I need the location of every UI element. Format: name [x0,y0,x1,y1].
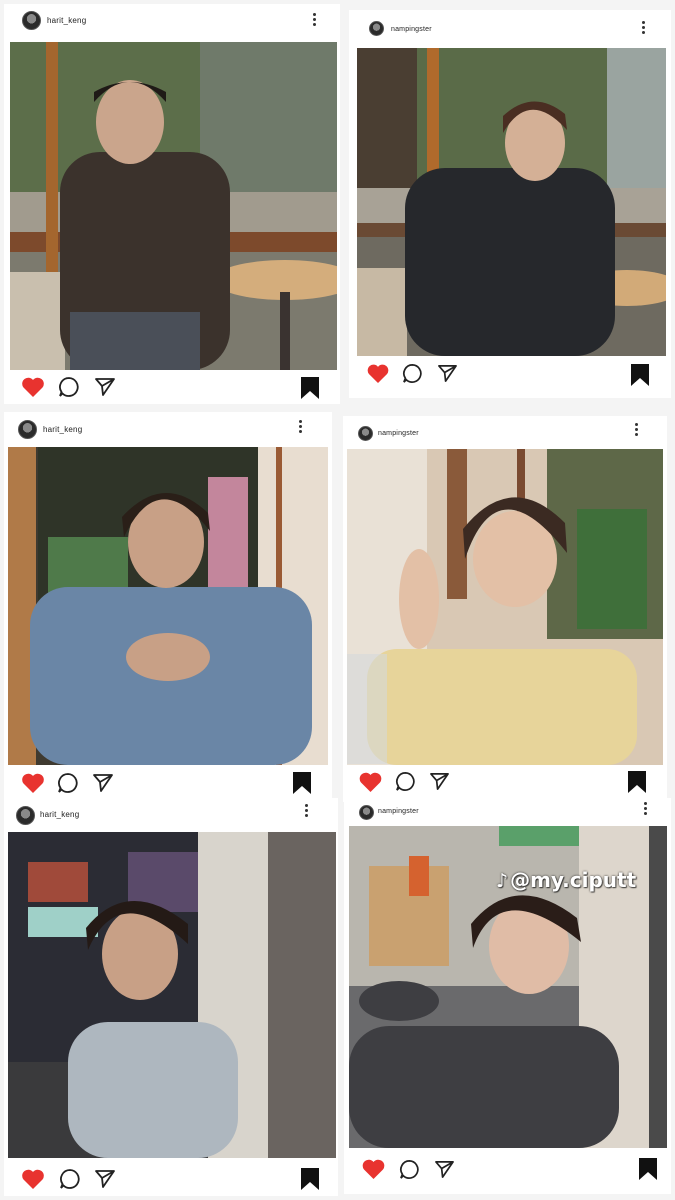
post-card: nampingster [349,10,671,398]
bookmark-icon[interactable] [638,1156,658,1182]
post-header: harit_keng [4,798,338,828]
avatar[interactable] [358,426,373,441]
like-heart-icon[interactable] [361,1158,386,1180]
share-send-icon[interactable] [94,1169,116,1189]
more-options-icon[interactable] [642,21,646,36]
comment-icon[interactable] [402,363,423,384]
more-options-icon[interactable] [635,423,639,438]
avatar[interactable] [369,21,384,36]
post-card: harit_keng [4,798,338,1196]
bookmark-icon[interactable] [292,770,312,796]
post-header: harit_keng [4,4,340,34]
more-options-icon[interactable] [644,802,648,817]
username[interactable]: harit_keng [43,425,82,434]
username[interactable]: nampingster [378,430,419,437]
username[interactable]: nampingster [378,808,419,815]
post-header: nampingster [349,10,671,40]
post-photo [8,447,328,765]
share-send-icon[interactable] [92,773,114,793]
like-heart-icon[interactable] [20,376,46,398]
more-options-icon[interactable] [313,13,317,28]
avatar[interactable] [359,805,374,820]
more-options-icon[interactable] [305,804,309,819]
watermark-handle: @my.ciputt [510,868,637,892]
avatar[interactable] [18,420,37,439]
tiktok-icon: ♪ [496,870,509,892]
like-heart-icon[interactable] [20,772,46,794]
username[interactable]: harit_keng [40,810,79,819]
post-photo [10,42,337,370]
share-send-icon[interactable] [434,1160,455,1179]
avatar[interactable] [22,11,41,30]
post-header: harit_keng [4,412,332,442]
watermark: ♪ @my.ciputt [496,868,636,892]
like-heart-icon[interactable] [358,771,383,793]
post-header: nampingster [344,798,671,828]
post-card: nampingster [343,416,667,802]
bookmark-icon[interactable] [630,363,650,387]
bookmark-icon[interactable] [627,769,647,795]
avatar[interactable] [16,806,35,825]
share-send-icon[interactable] [94,377,116,397]
post-photo [8,832,336,1158]
more-options-icon[interactable] [299,420,303,435]
bookmark-icon[interactable] [300,1166,320,1192]
like-heart-icon[interactable] [20,1168,46,1190]
comment-icon[interactable] [59,1168,81,1190]
share-send-icon[interactable] [437,364,458,383]
username[interactable]: nampingster [391,26,432,33]
post-card: harit_keng [4,412,332,800]
comment-icon[interactable] [57,772,79,794]
bookmark-icon[interactable] [300,376,320,400]
like-heart-icon[interactable] [366,363,390,384]
comment-icon[interactable] [58,376,80,398]
post-card: harit_keng [4,4,340,404]
share-send-icon[interactable] [429,772,450,791]
post-photo [357,48,666,356]
comment-icon[interactable] [395,771,416,792]
post-header: nampingster [343,416,667,446]
username[interactable]: harit_keng [47,16,86,25]
post-card: nampingster [344,798,671,1194]
post-photo [347,449,663,765]
comment-icon[interactable] [399,1159,420,1180]
